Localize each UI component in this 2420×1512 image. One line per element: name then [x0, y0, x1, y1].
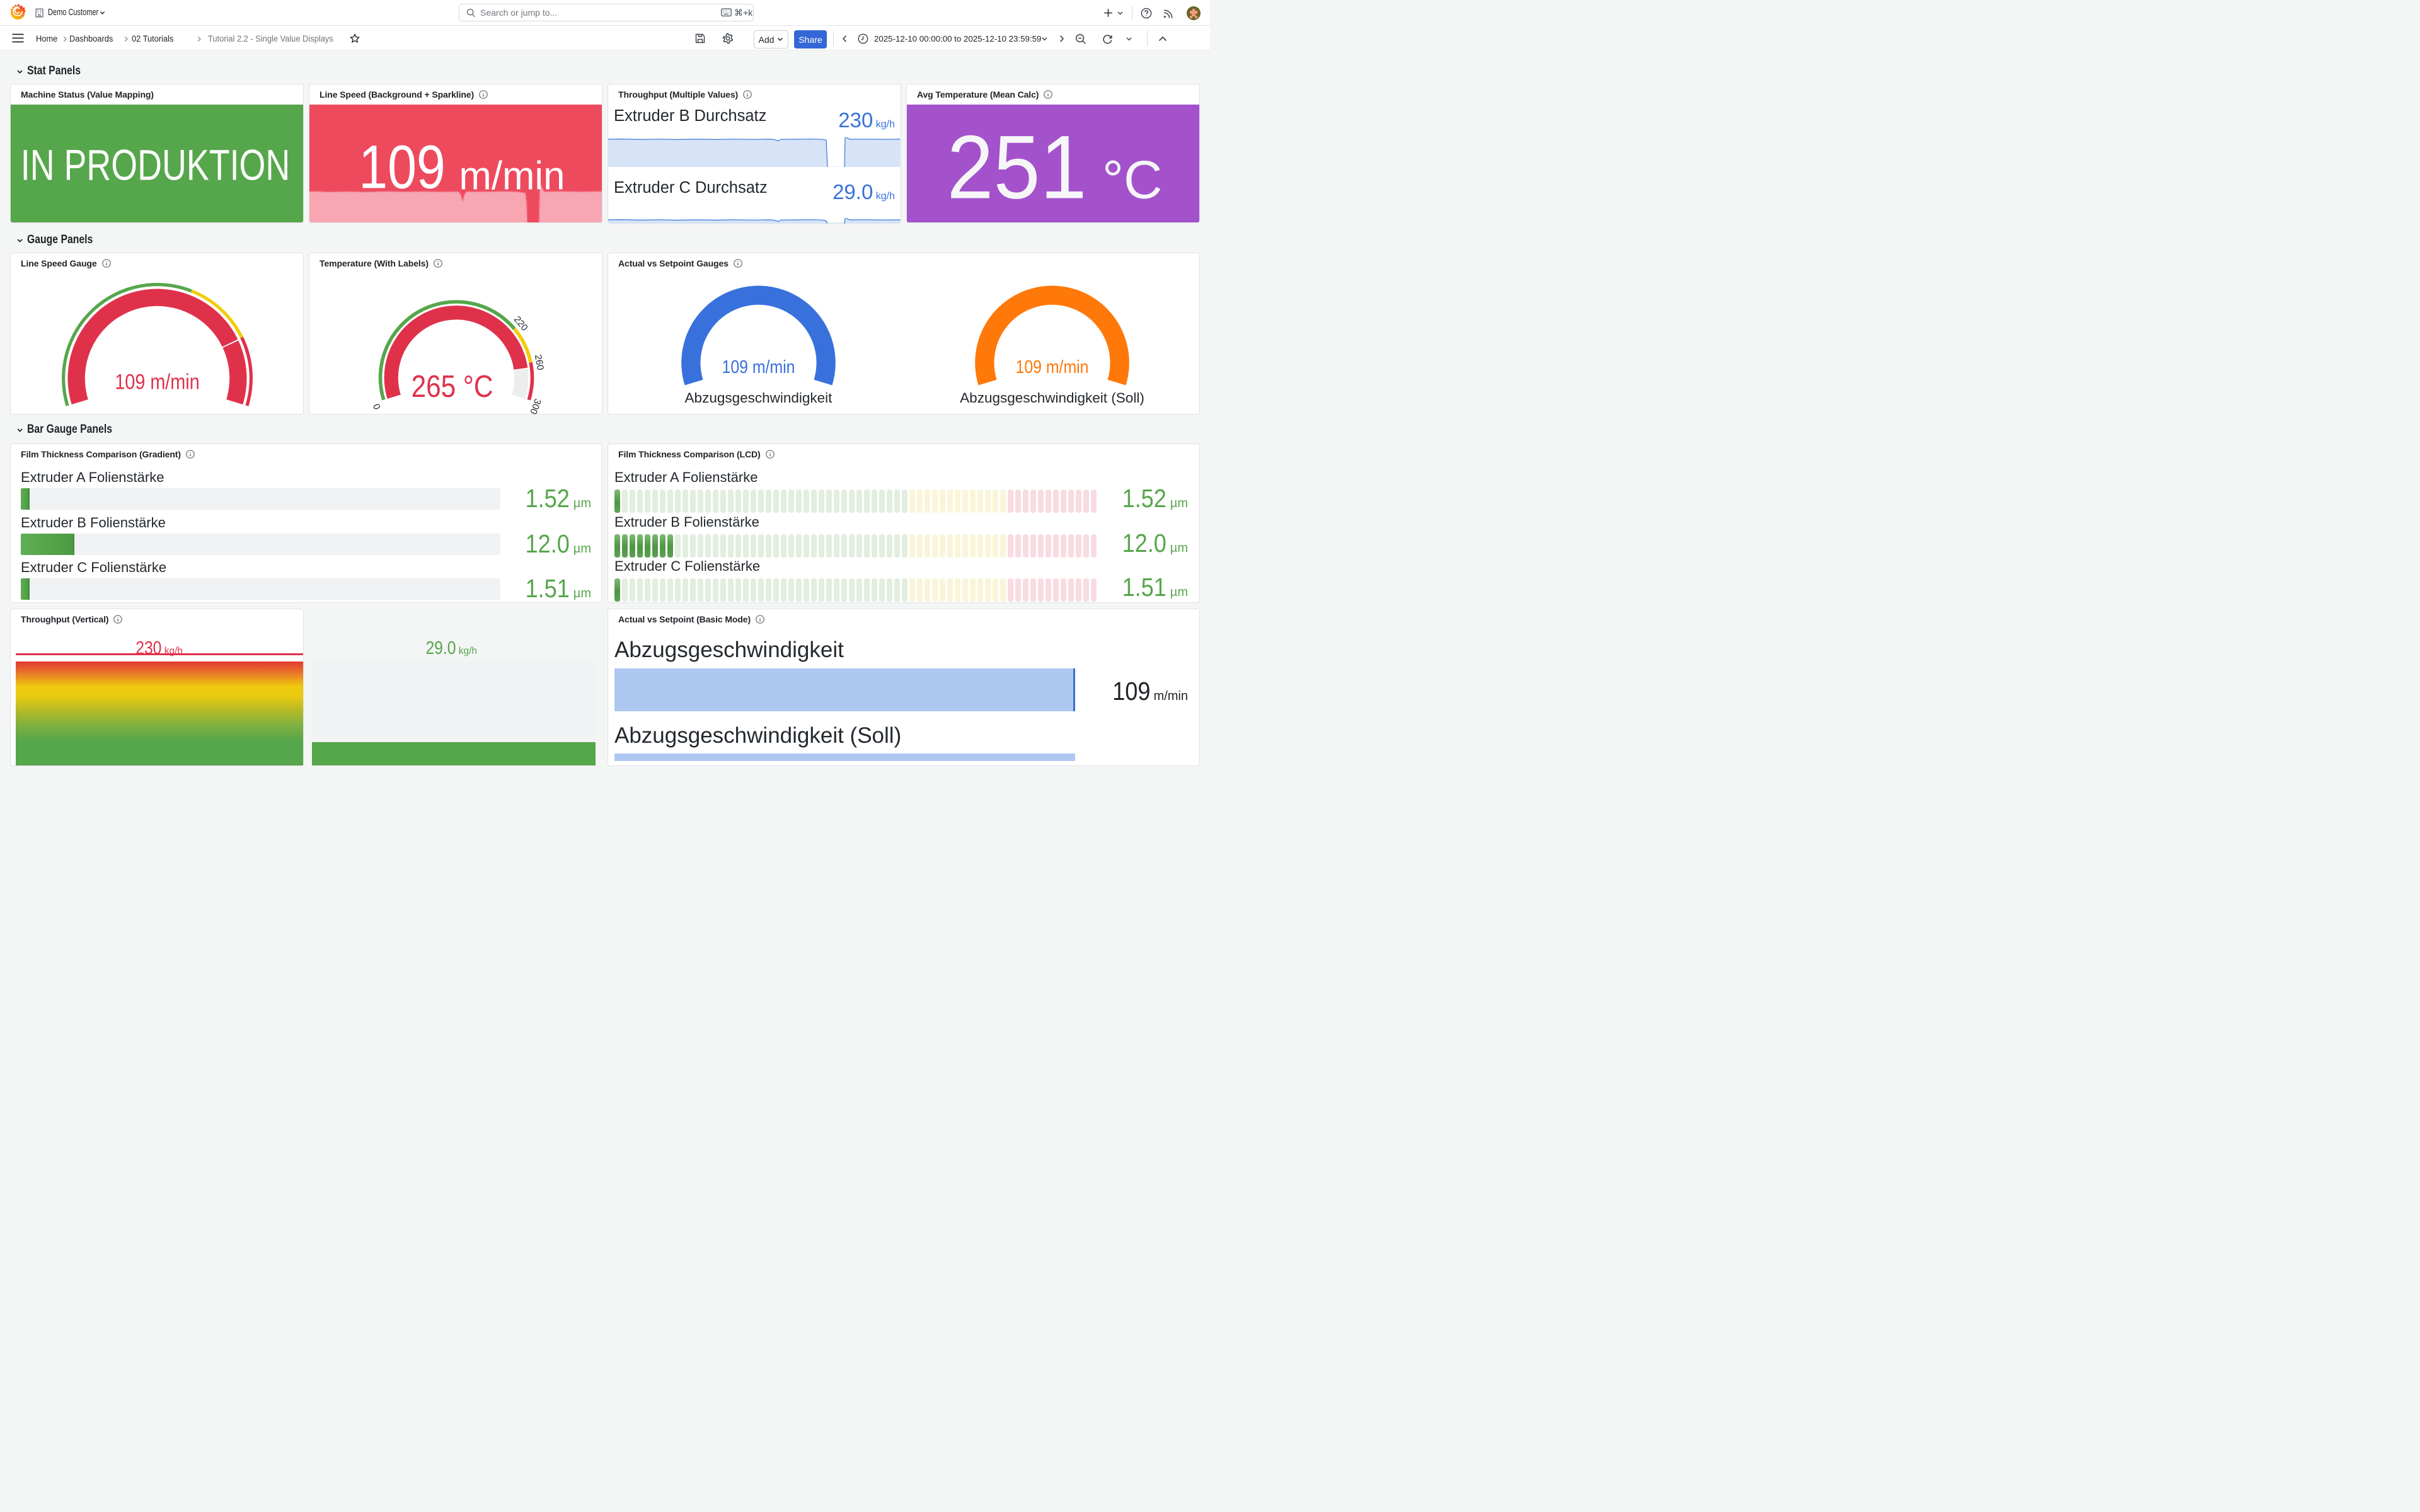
svg-text:109 m/min: 109 m/min	[115, 369, 199, 393]
svg-text:IN PRODUKTION: IN PRODUKTION	[21, 141, 290, 190]
svg-text:0: 0	[371, 402, 383, 411]
svg-text:109 m/min: 109 m/min	[1016, 357, 1089, 377]
svg-text:Abzugsgeschwindigkeit (Soll): Abzugsgeschwindigkeit (Soll)	[960, 389, 1144, 405]
svg-text:265 °C: 265 °C	[412, 369, 493, 404]
svg-text:109: 109	[359, 134, 446, 202]
svg-text:109 m/min: 109 m/min	[722, 357, 795, 377]
svg-text:m/min: m/min	[459, 154, 565, 198]
svg-text:Abzugsgeschwindigkeit: Abzugsgeschwindigkeit	[685, 389, 833, 405]
svg-text:260: 260	[533, 353, 546, 371]
svg-text:°C: °C	[1102, 151, 1162, 210]
svg-text:251: 251	[947, 117, 1087, 217]
